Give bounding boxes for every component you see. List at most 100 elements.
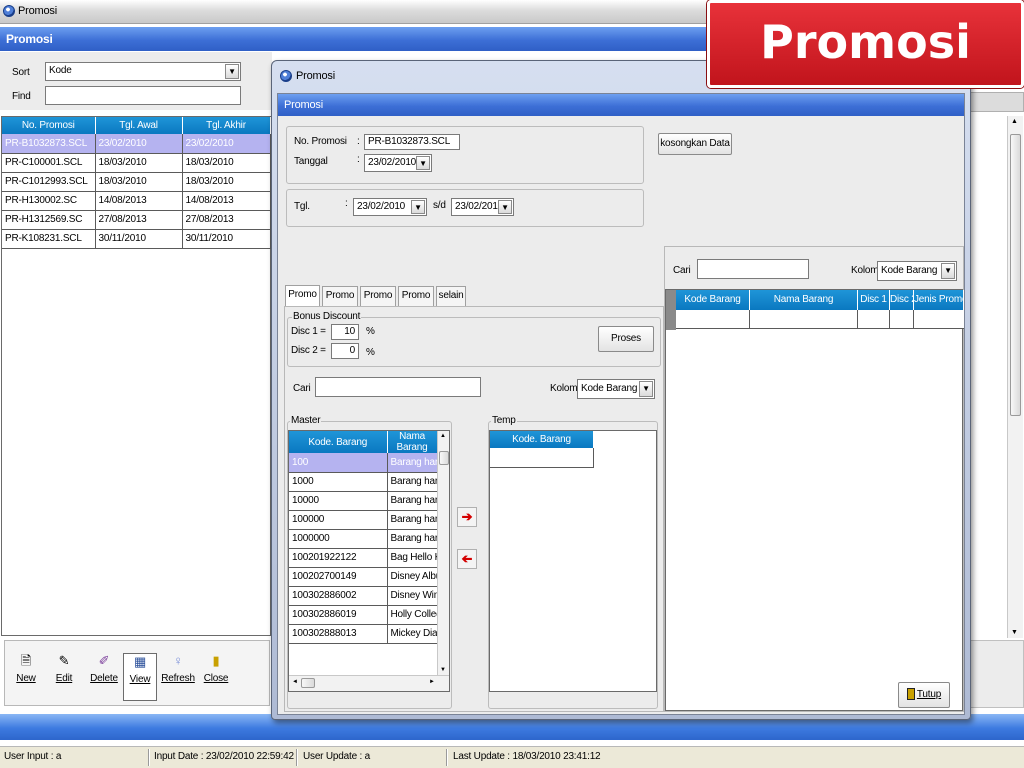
col-nama-barang[interactable]: Nama Barang (387, 431, 438, 453)
proses-button[interactable]: Proses (598, 326, 654, 352)
scroll-down-icon[interactable]: ▼ (1011, 629, 1018, 636)
col-disc-1[interactable]: Disc 1 (858, 290, 890, 310)
tgl-from-picker[interactable]: 23/02/2010 ▼ (353, 198, 427, 216)
edit-button[interactable]: ✎ Edit (49, 653, 79, 701)
col-kode-barang[interactable]: Kode. Barang (490, 431, 594, 448)
table-row[interactable] (676, 310, 964, 329)
dialog-header: Promosi (278, 94, 964, 116)
view-button[interactable]: ▦ View (123, 653, 157, 701)
scroll-down-icon[interactable]: ▼ (440, 667, 446, 673)
cell-divider (857, 310, 858, 329)
cell: 30/11/2010 (182, 229, 271, 249)
table-row[interactable]: 100302888013Mickey Diary (289, 624, 438, 644)
no-promosi-field[interactable]: PR-B1032873.SCL (364, 134, 460, 150)
col-tgl-akhir[interactable]: Tgl. Akhir (182, 117, 271, 134)
row-indicator (666, 290, 676, 330)
table-row[interactable] (490, 448, 594, 468)
chevron-down-icon[interactable]: ▼ (411, 200, 425, 214)
dialog-body: Promosi No. Promosi : PR-B1032873.SCL Ta… (277, 93, 965, 715)
col-kode-barang[interactable]: Kode. Barang (289, 431, 388, 453)
move-left-button[interactable]: ➔ (457, 549, 477, 569)
cell: 1000000 (289, 529, 388, 549)
new-button[interactable]: 🗎 New (11, 653, 41, 701)
tutup-button[interactable]: Tutup (898, 682, 950, 708)
col-tgl-awal[interactable]: Tgl. Awal (95, 117, 183, 134)
table-row[interactable]: 100000Barang harga (289, 510, 438, 530)
right-kolom-select[interactable]: Kode Barang ▼ (877, 261, 957, 281)
table-row[interactable]: 100202700149Disney Album (289, 567, 438, 587)
cell-divider (889, 310, 890, 329)
table-row[interactable]: PR-H1312569.SC 27/08/2013 27/08/2013 (2, 210, 271, 230)
chevron-down-icon[interactable]: ▼ (639, 381, 653, 397)
chevron-down-icon[interactable]: ▼ (225, 64, 239, 79)
master-vscroll[interactable]: ▲ ▼ (437, 431, 449, 675)
master-title: Master (290, 415, 322, 426)
table-row[interactable]: 10000Barang harga (289, 491, 438, 511)
tanggal-date-picker[interactable]: 23/02/2010 ▼ (364, 154, 432, 172)
scrollbar-thumb[interactable] (439, 451, 449, 465)
scrollbar-thumb[interactable] (301, 678, 315, 688)
action-toolbar: 🗎 New ✎ Edit ✐ Delete ▦ View ♀ Refresh ▮… (4, 640, 270, 706)
cari-input[interactable] (315, 377, 481, 397)
table-row[interactable]: PR-K108231.SCL 30/11/2010 30/11/2010 (2, 229, 271, 249)
cell: 100302888013 (289, 624, 388, 644)
kolom-select[interactable]: Kode Barang ▼ (577, 379, 655, 399)
table-row[interactable]: 1000Barang harga (289, 472, 438, 492)
table-row[interactable]: PR-C1012993.SCL 18/03/2010 18/03/2010 (2, 172, 271, 192)
table-row[interactable]: 1000000Barang harga (289, 529, 438, 549)
table-row[interactable]: 100302886019Holly Collecto (289, 605, 438, 625)
scroll-up-icon[interactable]: ▲ (1011, 118, 1018, 125)
table-row[interactable]: PR-C100001.SCL 18/03/2010 18/03/2010 (2, 153, 271, 173)
scrollbar-thumb[interactable] (1010, 134, 1021, 416)
disc1-label: Disc 1 = (291, 326, 326, 337)
chevron-down-icon[interactable]: ▼ (498, 200, 512, 214)
kosongkan-data-button[interactable]: kosongkan Data (658, 133, 732, 155)
status-input-date: Input Date : 23/02/2010 22:59:42 (154, 751, 294, 762)
right-cari-input[interactable] (697, 259, 809, 279)
table-row[interactable]: 100302886002Disney Winnie (289, 586, 438, 606)
cell: Mickey Diary (387, 624, 438, 644)
table-row[interactable]: PR-B1032873.SCL 23/02/2010 23/02/2010 (2, 134, 271, 154)
col-nama-barang[interactable]: Nama Barang (750, 290, 858, 310)
find-input[interactable] (45, 86, 241, 105)
cell: 18/03/2010 (182, 172, 271, 192)
lightbulb-icon: ♀ (173, 653, 183, 668)
cell: 100000 (289, 510, 388, 530)
tab-promo-2[interactable]: Promo 2 (322, 286, 358, 319)
refresh-button[interactable]: ♀ Refresh (161, 653, 195, 701)
cell: Barang harga (387, 510, 438, 530)
sort-select[interactable]: Kode ▼ (45, 62, 241, 81)
col-no-promosi[interactable]: No. Promosi (2, 117, 96, 134)
cell: 23/02/2010 (95, 134, 183, 154)
scroll-up-icon[interactable]: ▲ (440, 433, 446, 439)
master-hscroll[interactable]: ◄ ► (289, 675, 449, 691)
status-divider (148, 749, 150, 766)
chevron-down-icon[interactable]: ▼ (941, 263, 955, 279)
table-row[interactable]: PR-H130002.SC 14/08/2013 14/08/2013 (2, 191, 271, 211)
tab-selain[interactable]: selain (436, 286, 466, 306)
tgl-to-picker[interactable]: 23/02/2010 ▼ (451, 198, 514, 216)
scroll-right-icon[interactable]: ► (429, 679, 435, 685)
disc1-input[interactable]: 10 (331, 324, 359, 340)
move-right-button[interactable]: ➔ (457, 507, 477, 527)
delete-button[interactable]: ✐ Delete (87, 653, 121, 701)
main-scrollbar[interactable]: ▲ ▼ (1007, 116, 1023, 638)
cari-label: Cari (293, 383, 311, 394)
tab-promo-3[interactable]: Promo 3 (360, 286, 396, 319)
scroll-left-icon[interactable]: ◄ (292, 679, 298, 685)
chevron-down-icon[interactable]: ▼ (416, 156, 430, 170)
cell: PR-H1312569.SC (2, 210, 96, 230)
tab-promo-4[interactable]: Promo 4 (398, 286, 434, 319)
col-disc-2[interactable]: Disc 2 (890, 290, 914, 310)
table-row[interactable]: 100Barang harga (289, 453, 438, 473)
tab-promo-1[interactable]: Promo 1 (285, 285, 320, 318)
cell: PR-H130002.SC (2, 191, 96, 211)
disc2-input[interactable]: 0 (331, 343, 359, 359)
bonus-discount-group: Bonus Discount Disc 1 = 10 % Disc 2 = 0 … (287, 311, 661, 367)
col-jenis-promo[interactable]: Jenis Promo (914, 290, 964, 310)
close-button[interactable]: ▮ Close (201, 653, 231, 701)
tanggal-label: Tanggal (294, 156, 328, 167)
col-kode-barang[interactable]: Kode Barang (676, 290, 750, 310)
table-row[interactable]: 100201922122Bag Hello Kitty (289, 548, 438, 568)
colon-label: : (345, 198, 348, 209)
